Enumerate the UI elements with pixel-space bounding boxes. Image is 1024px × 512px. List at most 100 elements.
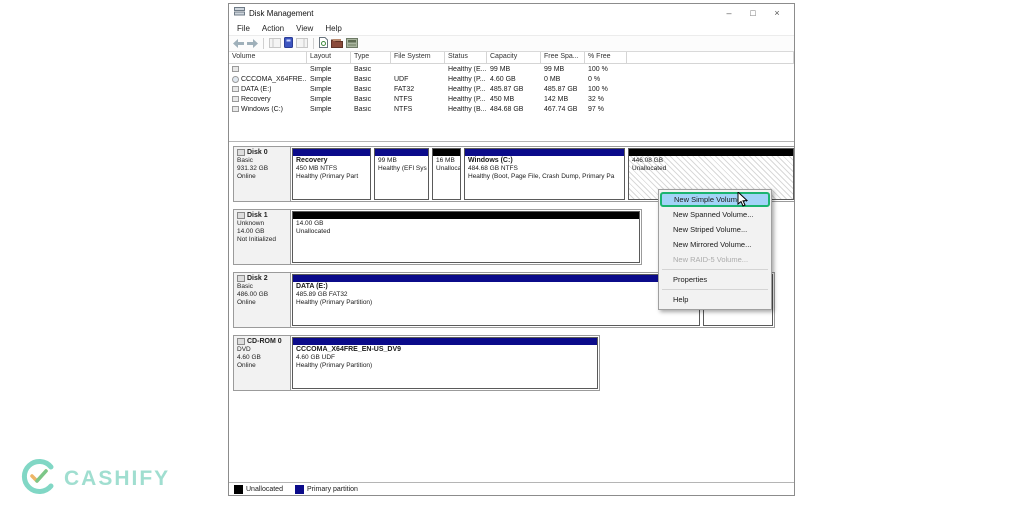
disk-icon	[237, 275, 245, 282]
cell-volume	[229, 66, 307, 72]
disk-folder-icon[interactable]	[331, 35, 343, 53]
partition-status: Healthy (Primary Partition)	[296, 299, 696, 307]
volume-name: Recovery	[241, 96, 271, 103]
disk-info-line: Basic	[237, 157, 288, 164]
table-row[interactable]: Windows (C:)SimpleBasicNTFSHealthy (B...…	[229, 104, 794, 114]
column-header-free[interactable]: Free Spa...	[541, 52, 585, 63]
partition-color-band	[375, 149, 428, 156]
cell-volume: Recovery	[229, 96, 307, 103]
cell-layout: Simple	[307, 106, 351, 113]
menu-item-new-spanned-volume[interactable]: New Spanned Volume...	[659, 207, 771, 222]
cell-free: 485.87 GB	[541, 86, 585, 93]
disk-icon	[237, 149, 245, 156]
cashify-watermark: CASHIFY	[20, 458, 170, 500]
disk-name: Disk 0	[237, 149, 288, 156]
column-header-status[interactable]: Status	[445, 52, 487, 63]
cell-fs: NTFS	[391, 106, 445, 113]
disk-name-text: Disk 1	[247, 212, 268, 219]
column-header-layout[interactable]: Layout	[307, 52, 351, 63]
partition-color-band	[293, 212, 639, 219]
window-title: Disk Management	[249, 9, 717, 18]
column-header-capacity[interactable]: Capacity	[487, 52, 541, 63]
column-header-type[interactable]: Type	[351, 52, 391, 63]
disk-header[interactable]: Disk 1Unknown14.00 GBNot Initialized	[234, 210, 291, 264]
console-tree-icon[interactable]	[269, 35, 281, 53]
partition-body: DATA (E:)485.89 GB FAT32Healthy (Primary…	[293, 282, 699, 325]
cell-capacity: 99 MB	[487, 66, 541, 73]
volume-table-body: SimpleBasicHealthy (E...99 MB99 MB100 %C…	[229, 64, 794, 114]
column-header-fs[interactable]: File System	[391, 52, 445, 63]
disk-icon	[237, 338, 245, 345]
menu-item-new-mirrored-volume[interactable]: New Mirrored Volume...	[659, 237, 771, 252]
partition-primary[interactable]: 99 MBHealthy (EFI Sys	[374, 148, 429, 200]
disk-row-disk-1: Disk 1Unknown14.00 GBNot Initialized14.0…	[233, 209, 642, 265]
menu-item-new-simple-volume[interactable]: New Simple Volume...	[660, 192, 770, 207]
volume-name: DATA (E:)	[241, 86, 271, 93]
menu-item-new-striped-volume[interactable]: New Striped Volume...	[659, 222, 771, 237]
partition-color-band	[293, 149, 370, 156]
context-menu: New Simple Volume...New Spanned Volume..…	[658, 189, 772, 310]
partition-primary[interactable]: Recovery450 MB NTFSHealthy (Primary Part	[292, 148, 371, 200]
column-header-pct[interactable]: % Free	[585, 52, 627, 63]
partition-status: Healthy (Primary Part	[296, 173, 367, 181]
legend-item: Primary partition	[295, 485, 358, 494]
menu-item-properties[interactable]: Properties	[659, 272, 771, 287]
disk-header[interactable]: Disk 2Basic486.00 GBOnline	[234, 273, 291, 327]
partition-body: Windows (C:)484.68 GB NTFSHealthy (Boot,…	[465, 156, 624, 199]
partition-title: Recovery	[296, 157, 367, 165]
partition-size: 450 MB NTFS	[296, 165, 367, 173]
menu-file[interactable]: File	[231, 24, 256, 33]
partition-primary[interactable]: CCCOMA_X64FRE_EN-US_DV94.60 GB UDFHealth…	[292, 337, 598, 389]
cell-layout: Simple	[307, 86, 351, 93]
disk-name-text: Disk 2	[247, 275, 268, 282]
partition-color-band	[465, 149, 624, 156]
menu-item-help[interactable]: Help	[659, 292, 771, 307]
partition-primary[interactable]: Windows (C:)484.68 GB NTFSHealthy (Boot,…	[464, 148, 625, 200]
maximize-button[interactable]: □	[741, 4, 765, 22]
minimize-button[interactable]: –	[717, 4, 741, 22]
column-header-volume[interactable]: Volume	[229, 52, 307, 63]
cell-layout: Simple	[307, 66, 351, 73]
table-row[interactable]: SimpleBasicHealthy (E...99 MB99 MB100 %	[229, 64, 794, 74]
disk-header[interactable]: Disk 0Basic931.32 GBOnline	[234, 147, 291, 201]
disk-info-line: 4.60 GB	[237, 354, 288, 361]
partition-status: Unallocated	[632, 165, 790, 173]
table-row[interactable]: CCCOMA_X64FRE...SimpleBasicUDFHealthy (P…	[229, 74, 794, 84]
partition-unallocated[interactable]: 14.00 GBUnallocated	[292, 211, 640, 263]
disk-info-line: Unknown	[237, 220, 288, 227]
cell-status: Healthy (P...	[445, 96, 487, 103]
disk-info-line: DVD	[237, 346, 288, 353]
partition-primary[interactable]: DATA (E:)485.89 GB FAT32Healthy (Primary…	[292, 274, 700, 326]
close-button[interactable]: ×	[765, 4, 789, 22]
table-row[interactable]: RecoverySimpleBasicNTFSHealthy (P...450 …	[229, 94, 794, 104]
cell-pct: 0 %	[585, 76, 627, 83]
manage-disk-icon[interactable]	[346, 35, 358, 53]
menu-help[interactable]: Help	[319, 24, 347, 33]
back-icon[interactable]	[233, 35, 244, 53]
menu-action[interactable]: Action	[256, 24, 290, 33]
cell-capacity: 484.68 GB	[487, 106, 541, 113]
legend-label: Unallocated	[246, 486, 283, 493]
partition-unallocated[interactable]: 16 MBUnalloca	[432, 148, 461, 200]
menu-view[interactable]: View	[290, 24, 319, 33]
partition-color-band	[293, 338, 597, 345]
action-pane-icon[interactable]	[296, 35, 308, 53]
properties-icon[interactable]	[284, 35, 293, 53]
partitions: CCCOMA_X64FRE_EN-US_DV94.60 GB UDFHealth…	[291, 336, 599, 390]
table-row[interactable]: DATA (E:)SimpleBasicFAT32Healthy (P...48…	[229, 84, 794, 94]
cell-capacity: 485.87 GB	[487, 86, 541, 93]
cell-free: 99 MB	[541, 66, 585, 73]
disk-name: Disk 2	[237, 275, 288, 282]
partition-title: Windows (C:)	[468, 157, 621, 165]
cell-volume: DATA (E:)	[229, 86, 307, 93]
cell-free: 467.74 GB	[541, 106, 585, 113]
menu-separator	[662, 269, 768, 270]
disk-header[interactable]: CD-ROM 0DVD4.60 GBOnline	[234, 336, 291, 390]
partition-size: 446.08 GB	[632, 157, 790, 165]
cell-free: 0 MB	[541, 76, 585, 83]
refresh-disk-icon[interactable]	[319, 35, 328, 53]
drive-icon	[232, 66, 239, 72]
forward-icon[interactable]	[247, 35, 258, 53]
disk-row-cd-rom-0: CD-ROM 0DVD4.60 GBOnlineCCCOMA_X64FRE_EN…	[233, 335, 600, 391]
legend-label: Primary partition	[307, 486, 358, 493]
